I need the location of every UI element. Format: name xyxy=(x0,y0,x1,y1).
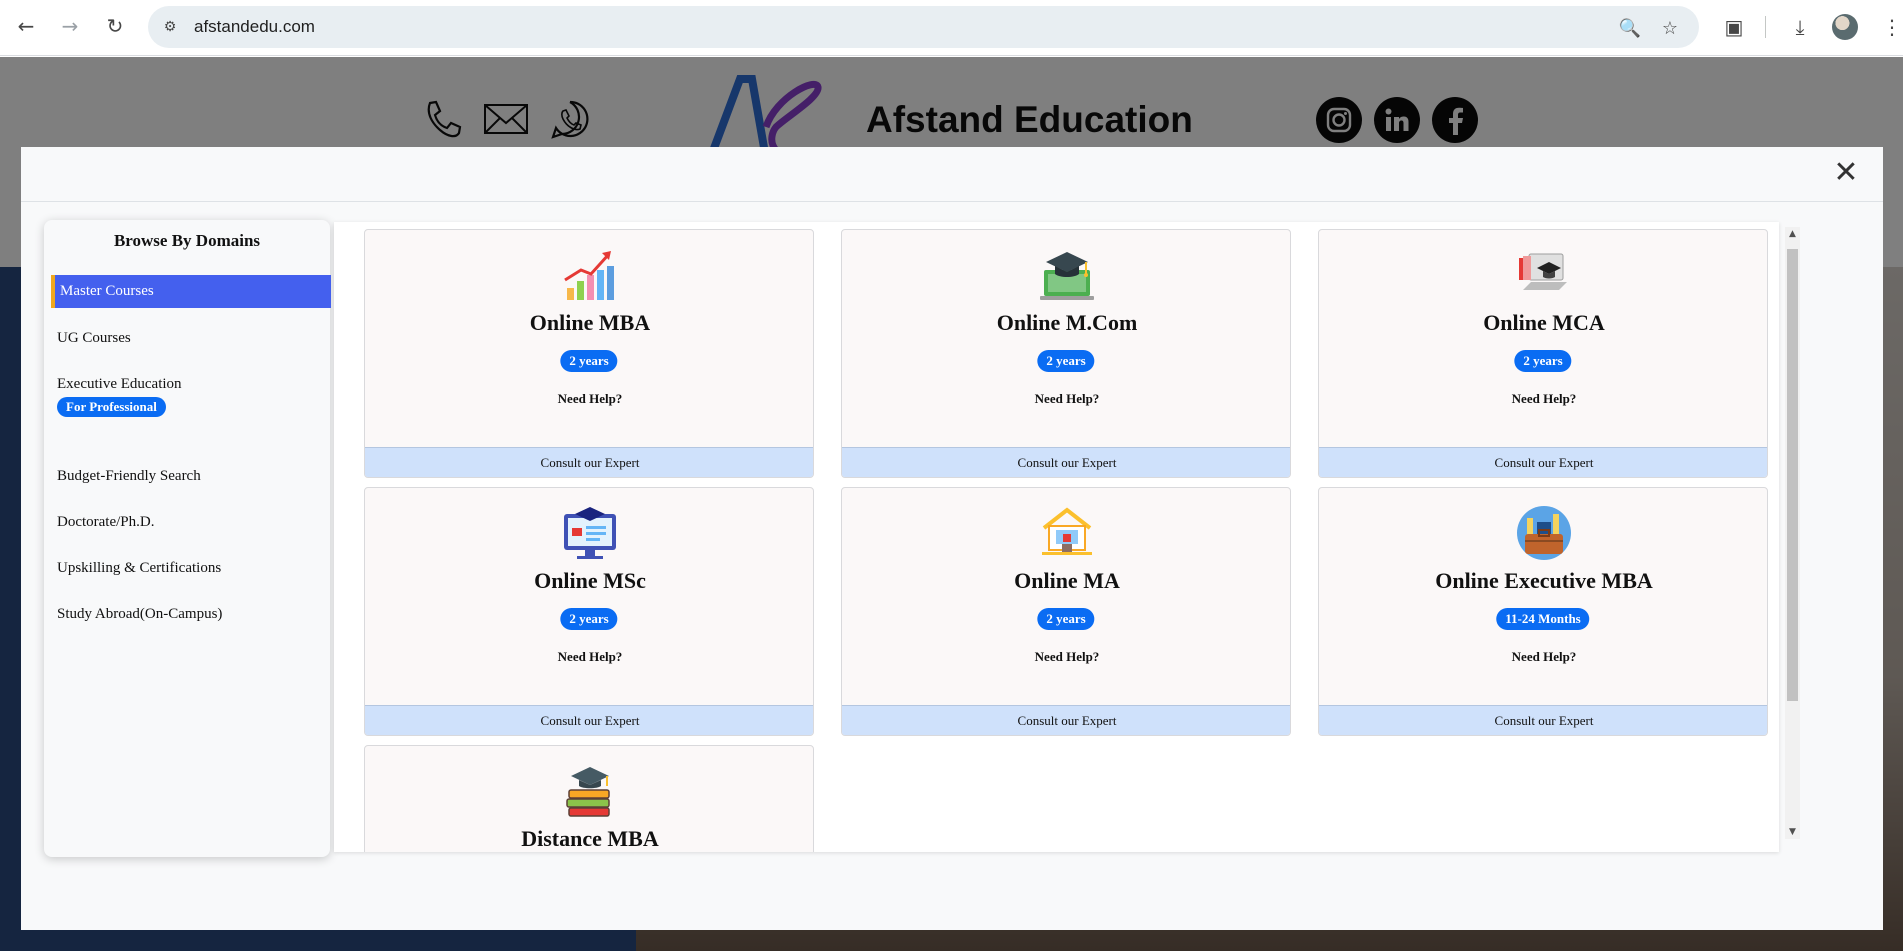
duration-badge: 2 years xyxy=(1514,350,1572,372)
course-title: Online MCA xyxy=(1483,310,1605,335)
need-help-text: Need Help? xyxy=(1034,649,1100,664)
duration-badge: 11-24 Months xyxy=(1496,608,1590,630)
consult-expert-button[interactable]: Consult our Expert xyxy=(1319,447,1767,477)
address-bar[interactable]: ⚙ afstandedu.com 🔍 ☆ xyxy=(148,6,1699,48)
laptop-graduation-cap-icon xyxy=(1040,252,1094,300)
scrollbar-thumb[interactable] xyxy=(1787,249,1798,701)
consult-expert-button[interactable]: Consult our Expert xyxy=(365,447,813,477)
domain-sidebar: Browse By Domains Master Courses UG Cour… xyxy=(44,220,331,857)
course-grid: Online MBA 2 years Need Help? Consult ou… xyxy=(334,222,1779,852)
browse-domains-modal: ✕ Browse By Domains Master Courses UG Co… xyxy=(21,147,1883,930)
home-study-icon xyxy=(1042,507,1092,555)
need-help-text: Need Help? xyxy=(1034,391,1100,406)
toolbar-divider xyxy=(1765,16,1766,38)
sidebar-item-label: Executive Education xyxy=(57,376,182,392)
need-help-text: Need Help? xyxy=(1511,391,1577,406)
course-card-online-executive-mba[interactable]: Online Executive MBA 11-24 Months Need H… xyxy=(1318,487,1768,736)
extensions-icon[interactable]: ▣ xyxy=(1719,12,1749,42)
profile-avatar[interactable] xyxy=(1832,14,1858,40)
books-cap-icon xyxy=(566,767,610,817)
consult-expert-button[interactable]: Consult our Expert xyxy=(365,705,813,735)
course-title: Online MBA xyxy=(529,310,651,335)
course-card-online-mca[interactable]: Online MCA 2 years Need Help? Consult ou… xyxy=(1318,229,1768,478)
monitor-cap-icon xyxy=(564,507,616,559)
laptop-books-cap-icon xyxy=(1519,253,1567,290)
bookmark-star-icon[interactable]: ☆ xyxy=(1657,15,1683,41)
course-grid-scrollbar[interactable]: ▲ ▼ xyxy=(1785,227,1800,839)
consult-expert-button[interactable]: Consult our Expert xyxy=(1319,705,1767,735)
course-title: Distance MBA xyxy=(521,826,659,851)
sidebar-item-master-courses[interactable]: Master Courses xyxy=(51,275,331,308)
need-help-text: Need Help? xyxy=(557,391,623,406)
duration-badge: 2 years xyxy=(1037,608,1095,630)
consult-expert-button[interactable]: Consult our Expert xyxy=(842,705,1290,735)
course-card-online-ma[interactable]: Online MA 2 years Need Help? Consult our… xyxy=(841,487,1291,736)
course-title: Online MA xyxy=(1014,568,1120,593)
course-card-online-mcom[interactable]: Online M.Com 2 years Need Help? Consult … xyxy=(841,229,1291,478)
sidebar-item-budget-friendly-search[interactable]: Budget-Friendly Search xyxy=(51,468,331,485)
sidebar-title: Browse By Domains xyxy=(113,231,261,250)
course-card-distance-mba[interactable]: Distance MBA xyxy=(364,745,814,852)
back-button[interactable]: ← xyxy=(10,10,42,42)
need-help-text: Need Help? xyxy=(1511,649,1577,664)
course-card-online-msc[interactable]: Online MSc 2 years Need Help? Consult ou… xyxy=(364,487,814,736)
scroll-up-arrow[interactable]: ▲ xyxy=(1785,227,1800,241)
forward-button[interactable]: → xyxy=(54,10,86,42)
consult-expert-button[interactable]: Consult our Expert xyxy=(842,447,1290,477)
sidebar-item-doctorate[interactable]: Doctorate/Ph.D. xyxy=(51,514,331,531)
modal-header: ✕ xyxy=(21,147,1883,202)
sidebar-item-ug-courses[interactable]: UG Courses xyxy=(51,330,331,347)
sidebar-item-upskilling[interactable]: Upskilling & Certifications xyxy=(51,560,331,577)
duration-badge: 2 years xyxy=(560,350,618,372)
sidebar-item-executive-education[interactable]: Executive Education For Professional xyxy=(51,376,331,417)
course-title: Online Executive MBA xyxy=(1435,568,1653,593)
downloads-icon[interactable]: ⤓ xyxy=(1785,12,1815,42)
briefcase-city-icon xyxy=(1517,506,1571,560)
zoom-icon[interactable]: 🔍 xyxy=(1617,15,1643,41)
scroll-down-arrow[interactable]: ▼ xyxy=(1785,825,1800,839)
duration-badge: 2 years xyxy=(1037,350,1095,372)
close-icon[interactable]: ✕ xyxy=(1832,158,1860,188)
reload-button[interactable]: ↻ xyxy=(99,10,131,42)
url-text[interactable]: afstandedu.com xyxy=(194,17,315,37)
duration-badge: 2 years xyxy=(560,608,618,630)
course-title: Online MSc xyxy=(534,568,646,593)
growth-chart-icon xyxy=(564,251,614,300)
browser-toolbar: ← → ↻ ⚙ afstandedu.com 🔍 ☆ ▣ ⤓ ⋮ xyxy=(0,0,1903,56)
need-help-text: Need Help? xyxy=(557,649,623,664)
for-professional-badge: For Professional xyxy=(57,397,166,417)
course-title: Online M.Com xyxy=(996,310,1138,335)
site-info-icon[interactable]: ⚙ xyxy=(158,15,182,39)
course-card-online-mba[interactable]: Online MBA 2 years Need Help? Consult ou… xyxy=(364,229,814,478)
sidebar-item-study-abroad[interactable]: Study Abroad(On-Campus) xyxy=(51,606,331,623)
menu-kebab-icon[interactable]: ⋮ xyxy=(1882,12,1902,42)
